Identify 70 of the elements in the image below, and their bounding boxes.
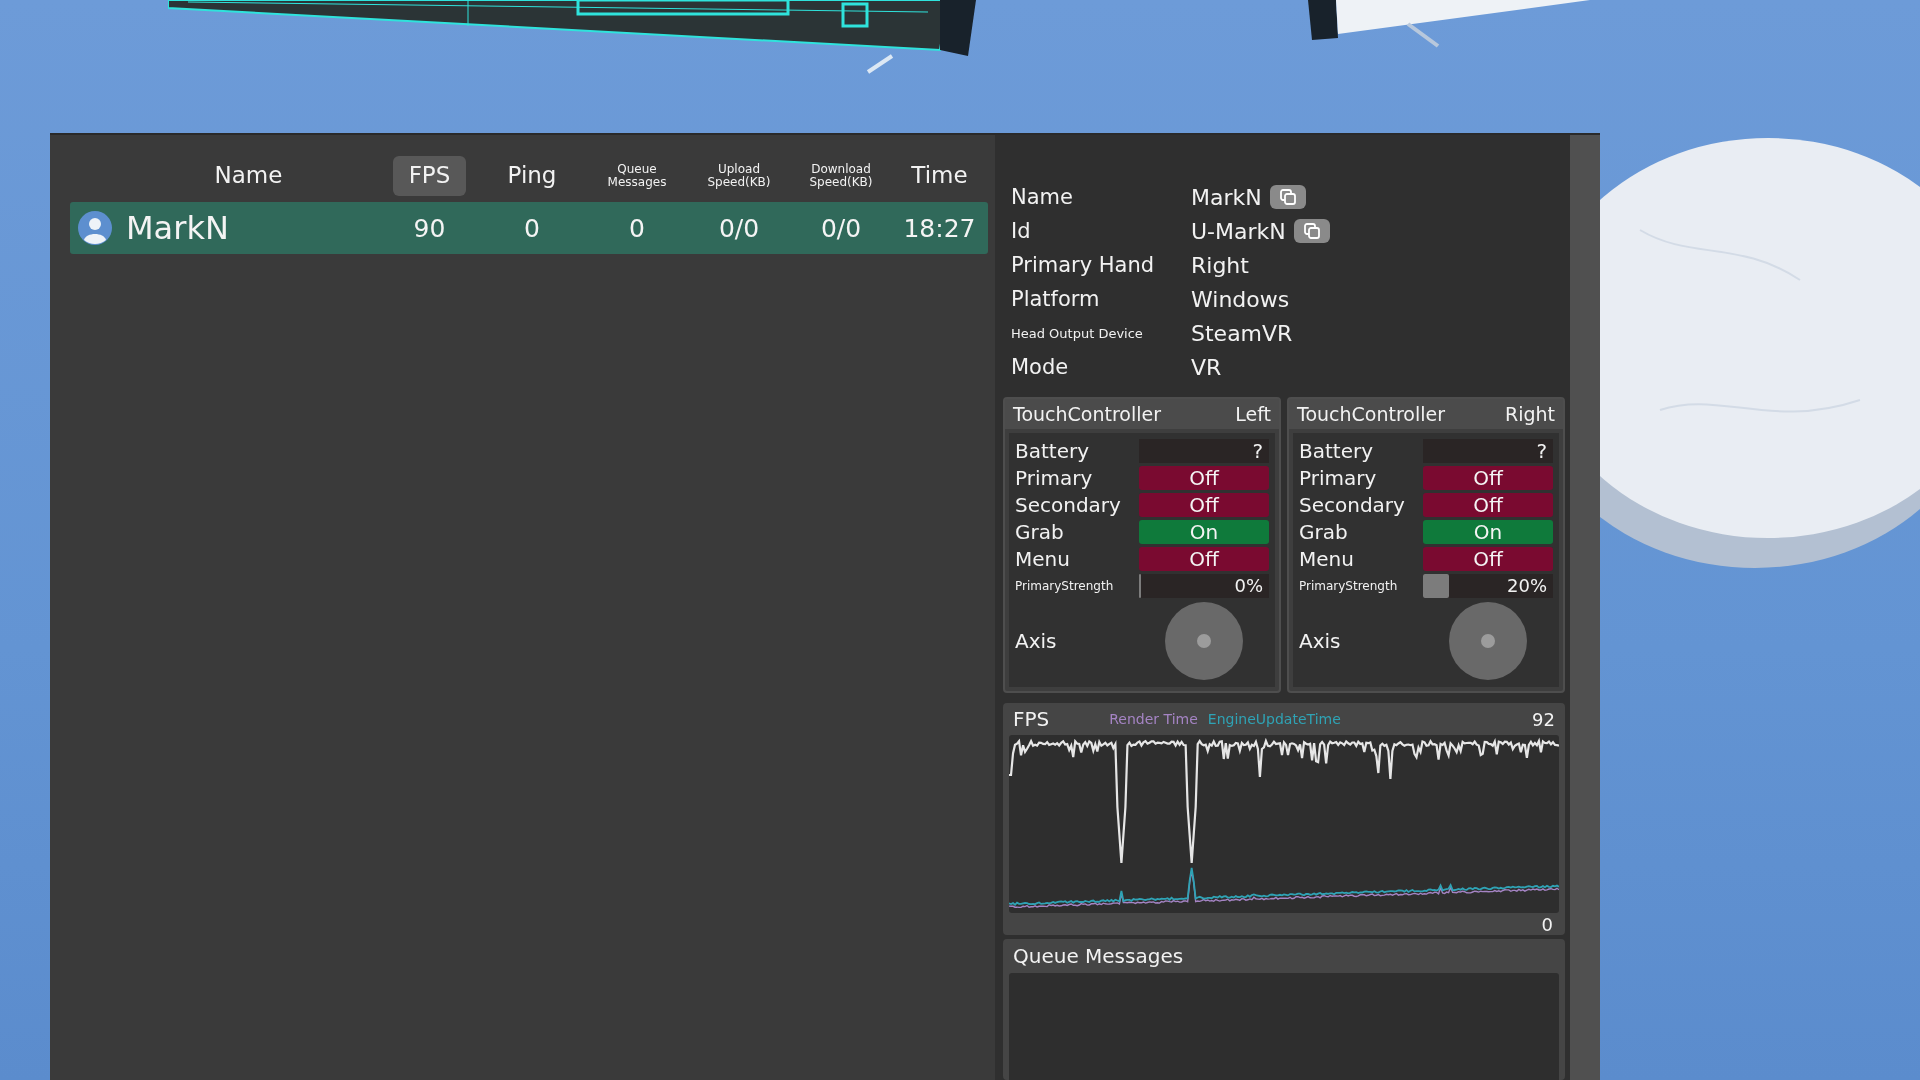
table-cell: 90	[413, 213, 446, 243]
field-value: Windows	[1191, 286, 1290, 312]
status-indicator: Off	[1423, 465, 1553, 490]
controller-side: Left	[1235, 403, 1271, 425]
field-label: Name	[1011, 185, 1073, 209]
column-header[interactable]: Time	[909, 160, 970, 192]
copy-button[interactable]	[1293, 219, 1330, 243]
field-label: Head Output Device	[1011, 325, 1143, 341]
strength-label: PrimaryStrength	[1299, 578, 1398, 593]
copy-button[interactable]	[1269, 185, 1306, 209]
field-label: Mode	[1011, 355, 1069, 379]
input-label: Primary	[1015, 465, 1093, 490]
status-indicator: Off	[1423, 546, 1553, 571]
input-label: Grab	[1015, 519, 1064, 544]
input-label: Menu	[1015, 546, 1070, 571]
status-indicator: On	[1423, 519, 1553, 544]
table-cell: 0	[524, 213, 540, 243]
battery-meter: ?	[1423, 438, 1553, 463]
player-row[interactable]: MarkN 90 0 0 0/0 0/0 18:27	[70, 202, 988, 254]
field-label: Id	[1011, 219, 1031, 243]
input-label: Secondary	[1299, 492, 1405, 517]
field-value: SteamVR	[1191, 320, 1293, 346]
column-header[interactable]: Ping	[505, 160, 559, 192]
copy-icon	[1279, 189, 1296, 205]
field-value: Right	[1191, 252, 1249, 278]
copy-icon	[1303, 223, 1320, 239]
strength-label: PrimaryStrength	[1015, 578, 1114, 593]
axis-label: Axis	[1299, 629, 1341, 653]
controller-side: Right	[1504, 403, 1555, 425]
battery-label: Battery	[1299, 438, 1374, 463]
strength-reading: 20%	[1507, 575, 1547, 596]
player-name: MarkN	[126, 209, 229, 247]
field-value: U-MarkN	[1191, 218, 1286, 244]
controller-title: TouchController	[1013, 403, 1161, 425]
status-indicator: Off	[1139, 492, 1269, 517]
avatar-icon	[78, 211, 112, 245]
status-indicator: Off	[1139, 465, 1269, 490]
table-cell: 0/0	[820, 213, 862, 243]
graph-min-label: 0	[1541, 913, 1553, 935]
controller-title: TouchController	[1297, 403, 1445, 425]
column-header[interactable]: Queue Messages	[591, 160, 683, 192]
table-cell: 0/0	[718, 213, 760, 243]
legend-label: EngineUpdateTime	[1207, 711, 1341, 727]
graph-title: FPS	[1013, 707, 1050, 731]
strength-reading: 0%	[1234, 575, 1263, 596]
joystick-icon	[1449, 602, 1527, 680]
input-label: Secondary	[1015, 492, 1121, 517]
graph-max-label: 92	[1532, 708, 1555, 730]
status-indicator: On	[1139, 519, 1269, 544]
column-header[interactable]: FPS	[392, 156, 467, 196]
legend-label: Render Time	[1109, 711, 1198, 727]
input-label: Grab	[1299, 519, 1348, 544]
column-header[interactable]: Download Speed(KB)	[795, 160, 887, 192]
field-value: VR	[1191, 354, 1222, 380]
status-indicator: Off	[1139, 546, 1269, 571]
field-value: MarkN	[1191, 184, 1262, 210]
battery-meter: ?	[1139, 438, 1269, 463]
column-header[interactable]: Name	[212, 160, 285, 192]
axis-label: Axis	[1015, 629, 1057, 653]
joystick-icon	[1165, 602, 1243, 680]
queue-title: Queue Messages	[1013, 944, 1184, 968]
input-label: Menu	[1299, 546, 1354, 571]
input-label: Primary	[1299, 465, 1377, 490]
table-cell: 0	[629, 213, 645, 243]
field-label: Platform	[1011, 287, 1100, 311]
field-label: Primary Hand	[1011, 253, 1155, 277]
battery-label: Battery	[1015, 438, 1090, 463]
table-cell: 18:27	[903, 213, 976, 243]
column-header[interactable]: Upload Speed(KB)	[693, 160, 785, 192]
status-indicator: Off	[1423, 492, 1553, 517]
